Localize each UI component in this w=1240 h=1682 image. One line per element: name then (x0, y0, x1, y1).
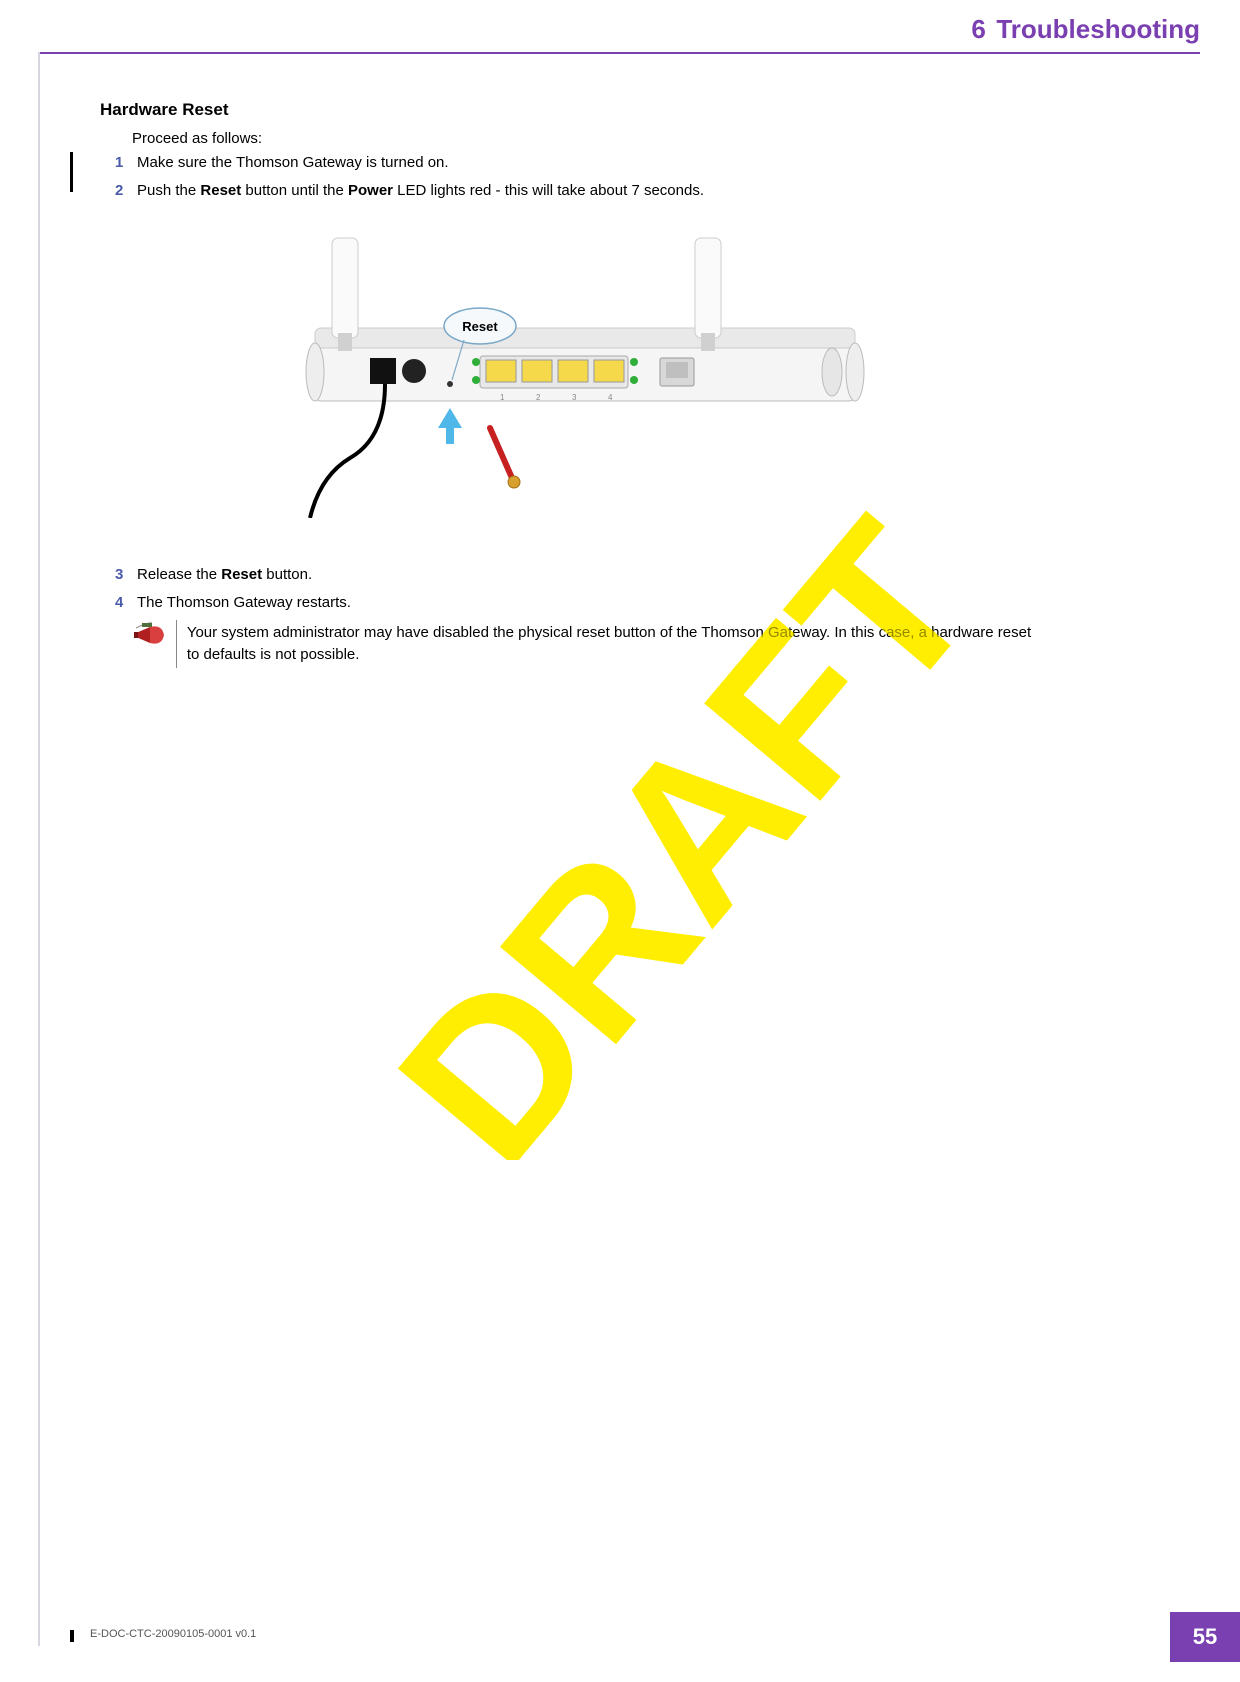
step-body: The Thomson Gateway restarts. (137, 592, 1140, 614)
chapter-name: Troubleshooting (996, 14, 1200, 44)
note-text: Your system administrator may have disab… (187, 620, 1040, 668)
svg-text:Reset: Reset (462, 319, 498, 334)
header-rule (38, 52, 1200, 54)
intro-text: Proceed as follows: (132, 130, 262, 147)
step-number: 1 (115, 152, 137, 174)
left-margin-rule (38, 52, 40, 1646)
footer-tick-icon (70, 1630, 74, 1642)
svg-text:4: 4 (608, 393, 613, 402)
section-title: Hardware Reset (100, 100, 229, 120)
steps-list-bottom: 3 Release the Reset button. 4 The Thomso… (115, 564, 1140, 620)
page-number: 55 (1170, 1612, 1240, 1662)
megaphone-icon (132, 620, 168, 650)
page-header: 6 Troubleshooting (971, 14, 1200, 45)
step-number: 4 (115, 592, 137, 614)
change-bar-icon (70, 152, 73, 192)
step-2: 2 Push the Reset button until the Power … (115, 180, 1140, 202)
svg-text:3: 3 (572, 393, 577, 402)
steps-list-top: 1 Make sure the Thomson Gateway is turne… (115, 152, 1140, 208)
step-body: Push the Reset button until the Power LE… (137, 180, 1140, 202)
note-divider (176, 620, 177, 668)
step-3: 3 Release the Reset button. (115, 564, 1140, 586)
step-body: Release the Reset button. (137, 564, 1140, 586)
footer-doc-id: E-DOC-CTC-20090105-0001 v0.1 (90, 1628, 256, 1640)
svg-text:1: 1 (500, 393, 505, 402)
step-number: 2 (115, 180, 137, 202)
step-body: Make sure the Thomson Gateway is turned … (137, 152, 1140, 174)
chapter-number: 6 (971, 14, 985, 44)
note-block: Your system administrator may have disab… (132, 620, 1040, 668)
step-4: 4 The Thomson Gateway restarts. (115, 592, 1140, 614)
svg-text:2: 2 (536, 393, 541, 402)
step-1: 1 Make sure the Thomson Gateway is turne… (115, 152, 1140, 174)
router-illustration: 1 2 3 4 Reset (280, 228, 900, 518)
step-number: 3 (115, 564, 137, 586)
